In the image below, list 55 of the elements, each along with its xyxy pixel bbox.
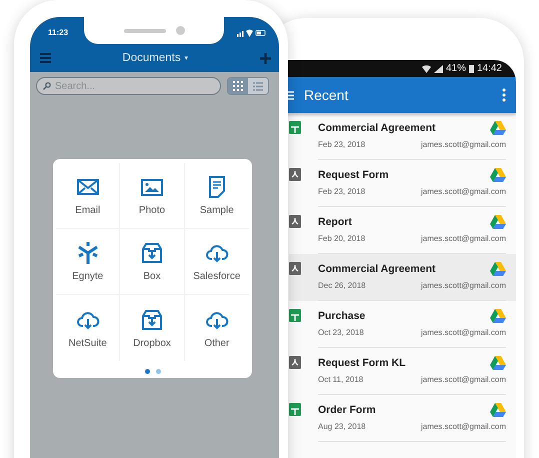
- drive-icon: [490, 215, 506, 229]
- file-name: Report: [318, 216, 352, 228]
- drive-icon: [490, 121, 506, 135]
- status-time: 14:42: [476, 63, 502, 74]
- asterisk-icon: [76, 241, 100, 265]
- file-date: Feb 23, 2018: [318, 187, 366, 196]
- drive-icon: [490, 403, 506, 417]
- file-account: james.scott@gmail.com: [420, 187, 506, 196]
- file-name: Commercial Agreement: [318, 122, 436, 134]
- source-option[interactable]: Egnyte: [56, 229, 120, 295]
- signal-icon: [434, 64, 443, 72]
- page-dot[interactable]: [144, 369, 150, 374]
- page-dot[interactable]: [156, 369, 160, 374]
- search-icon: [43, 82, 51, 90]
- file-name: Purchase: [318, 310, 366, 322]
- file-date: Oct 23, 2018: [318, 328, 364, 337]
- menu-icon[interactable]: [40, 53, 51, 63]
- drive-icon: [490, 262, 506, 276]
- file-account: james.scott@gmail.com: [420, 375, 506, 384]
- drive-icon: [490, 309, 506, 323]
- list-view-button[interactable]: [248, 78, 268, 94]
- file-account: james.scott@gmail.com: [420, 234, 506, 243]
- source-option[interactable]: Email: [56, 163, 120, 229]
- file-name: Commercial Agreement: [318, 263, 436, 275]
- status-icons: [237, 28, 267, 36]
- box-icon: [140, 308, 164, 332]
- file-account: james.scott@gmail.com: [420, 328, 506, 337]
- plus-icon[interactable]: [260, 52, 271, 64]
- file-date: Oct 11, 2018: [318, 375, 364, 384]
- app-bar-title: Recent: [304, 87, 350, 103]
- file-account: james.scott@gmail.com: [420, 281, 506, 290]
- source-option[interactable]: Box: [120, 229, 185, 295]
- file-name: Request Form: [318, 169, 389, 181]
- status-time: 11:23: [48, 28, 68, 37]
- box-icon: [140, 241, 164, 265]
- list-icon: [253, 82, 263, 90]
- file-name: Order Form: [318, 404, 376, 416]
- grid-icon: [233, 81, 243, 91]
- file-account: james.scott@gmail.com: [420, 140, 506, 149]
- wifi-icon: [422, 64, 431, 72]
- file-date: Feb 23, 2018: [318, 140, 366, 149]
- battery-level: 41%: [446, 63, 466, 74]
- drive-icon: [490, 356, 506, 370]
- more-icon[interactable]: [502, 88, 506, 102]
- file-name: Request Form KL: [318, 357, 406, 369]
- file-date: Aug 23, 2018: [318, 422, 366, 431]
- battery-icon: [468, 64, 474, 72]
- file-date: Dec 26, 2018: [318, 281, 366, 290]
- file-row[interactable]: Commercial Agreement Dec 26, 2018 james.scott@gmail.com: [289, 254, 516, 301]
- search-field[interactable]: Search...: [36, 77, 221, 95]
- grid-view-button[interactable]: [228, 78, 248, 94]
- file-account: james.scott@gmail.com: [420, 422, 506, 431]
- file-date: Feb 20, 2018: [318, 234, 366, 243]
- drive-icon: [490, 168, 506, 182]
- source-option[interactable]: Photo: [120, 163, 185, 229]
